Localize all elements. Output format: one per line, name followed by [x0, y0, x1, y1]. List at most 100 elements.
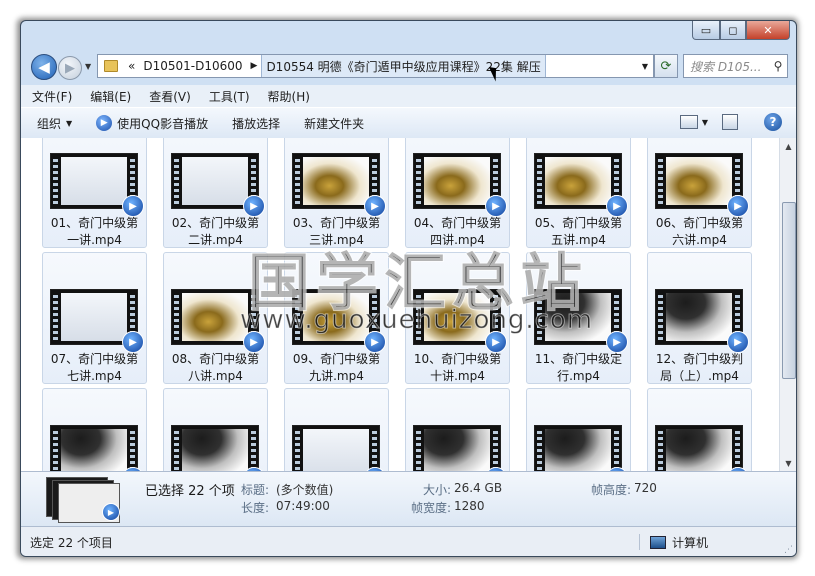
length-label: 长度: [241, 501, 270, 515]
scroll-down-icon[interactable]: ▼ [781, 455, 796, 471]
size-value: 26.4 GB [454, 481, 503, 495]
chevron-down-icon: ▼ [66, 118, 73, 128]
change-view-button[interactable]: ▼ [679, 115, 708, 129]
file-name: 11、奇门中级定行.mp4 [534, 352, 623, 383]
organize-button[interactable]: 组织 ▼ [29, 115, 80, 132]
media-player-icon: ▶ [727, 195, 749, 217]
status-bar: 选定 22 个项目 计算机 ⋰ [21, 526, 796, 556]
file-item[interactable]: ▶13、奇门中级判局（下）.mp4 [42, 388, 147, 471]
minimize-button[interactable]: ▭ [692, 21, 720, 40]
organize-label: 组织 [37, 116, 62, 131]
file-item[interactable]: ▶18、奇门中级测合作投资.mp4 [647, 388, 752, 471]
scroll-up-icon[interactable]: ▲ [781, 138, 796, 154]
qq-player-icon: ▶ [96, 115, 113, 131]
selection-count: 已选择 22 个项 [145, 484, 235, 499]
new-folder-label: 新建文件夹 [304, 116, 365, 131]
file-name: 12、奇门中级判局（上）.mp4 [655, 352, 744, 383]
command-bar: 组织 ▼ ▶ 使用QQ影音播放 播放选择 新建文件夹 ▼ ? [21, 107, 796, 139]
menu-view[interactable]: 查看(V) [142, 88, 198, 105]
view-controls: ▼ [679, 114, 738, 130]
caption-buttons: ▭ ◻ ✕ [692, 21, 790, 41]
breadcrumb-parent[interactable]: D10501-D10600 [139, 59, 246, 73]
menu-file[interactable]: 文件(F) [25, 88, 79, 105]
file-name: 06、奇门中级第六讲.mp4 [655, 216, 744, 247]
view-icon [679, 115, 698, 129]
breadcrumb-overflow[interactable]: « [124, 59, 139, 73]
file-item[interactable]: ▶ 12、奇门中级判局（上）.mp4 [647, 252, 752, 384]
file-item[interactable]: ▶15、奇门中级测婚姻.mp4 [284, 388, 389, 471]
media-player-icon: ▶ [485, 195, 507, 217]
file-name: 10、奇门中级第十讲.mp4 [413, 352, 502, 383]
video-thumbnail [413, 425, 501, 471]
file-item[interactable]: ▶14、奇门中级测疾病.mp4 [163, 388, 268, 471]
help-icon[interactable]: ? [764, 113, 782, 131]
breadcrumb-current[interactable]: D10554 明德《奇门遁甲中级应用课程》22集 解压 [261, 55, 546, 77]
folder-icon [104, 60, 118, 72]
video-thumbnail [50, 425, 138, 471]
maximize-button[interactable]: ◻ [720, 21, 746, 40]
length-value: 07:49:00 [276, 499, 330, 513]
details-pane: ▶ 已选择 22 个项 标题: (多个数值) 长度: 07:49:00 大小: … [21, 471, 796, 527]
play-qq-button[interactable]: ▶ 使用QQ影音播放 [88, 115, 216, 132]
chevron-down-icon: ▼ [701, 117, 708, 127]
search-placeholder: 搜索 D105... [690, 59, 762, 74]
address-bar[interactable]: « D10501-D10600 ▶ D10554 明德《奇门遁甲中级应用课程》2… [97, 54, 654, 78]
video-thumbnail [655, 425, 743, 471]
file-item[interactable]: ▶17、奇门中级测借款.mp4 [526, 388, 631, 471]
file-name: 07、奇门中级第七讲.mp4 [50, 352, 139, 383]
title-label: 标题: [241, 483, 270, 497]
close-button[interactable]: ✕ [746, 21, 790, 40]
computer-icon [650, 535, 666, 549]
menu-bar: 文件(F) 编辑(E) 查看(V) 工具(T) 帮助(H) [21, 85, 796, 107]
file-item[interactable]: ▶ 07、奇门中级第七讲.mp4 [42, 252, 147, 384]
back-button[interactable]: ◀ [31, 54, 57, 80]
media-player-icon: ▶ [243, 195, 265, 217]
status-location: 计算机 [639, 534, 708, 550]
media-player-icon: ▶ [122, 331, 144, 353]
media-player-icon: ▶ [364, 195, 386, 217]
file-name: 09、奇门中级第九讲.mp4 [292, 352, 381, 383]
recent-pages-dropdown[interactable]: ▼ [85, 62, 91, 71]
new-folder-button[interactable]: 新建文件夹 [296, 115, 372, 132]
status-computer-label: 计算机 [672, 535, 709, 550]
preview-pane-icon[interactable] [722, 114, 738, 130]
media-player-icon: ▶ [122, 195, 144, 217]
search-icon[interactable]: ⚲ [769, 59, 787, 73]
arrow-right-icon: ▶ [65, 60, 75, 76]
frame-width-value: 1280 [454, 499, 485, 513]
video-thumbnail [171, 425, 259, 471]
menu-help[interactable]: 帮助(H) [261, 88, 317, 105]
file-name: 08、奇门中级第八讲.mp4 [171, 352, 260, 383]
media-player-icon: ▶ [606, 331, 628, 353]
play-selection-label: 播放选择 [232, 116, 281, 131]
menu-edit[interactable]: 编辑(E) [83, 88, 138, 105]
media-player-icon: ▶ [727, 331, 749, 353]
size-label: 大小: [423, 483, 452, 497]
arrow-left-icon: ◀ [38, 58, 50, 76]
video-stack-icon: ▶ [46, 477, 124, 523]
frame-height-label: 帧高度: [591, 483, 632, 497]
play-badge-icon: ▶ [102, 503, 120, 521]
video-thumbnail [292, 425, 380, 471]
vertical-scrollbar[interactable]: ▲ ▼ [779, 138, 796, 471]
file-name: 01、奇门中级第一讲.mp4 [50, 216, 139, 247]
frame-height-value: 720 [634, 481, 657, 495]
media-player-icon: ▶ [606, 195, 628, 217]
address-dropdown-icon[interactable]: ▼ [637, 62, 653, 71]
title-value[interactable]: (多个数值) [276, 481, 333, 498]
frame-width-label: 帧宽度: [411, 501, 452, 515]
play-selection-button[interactable]: 播放选择 [224, 115, 288, 132]
status-selection: 选定 22 个项目 [30, 536, 113, 550]
video-thumbnail [534, 425, 622, 471]
file-item[interactable]: ▶ 06、奇门中级第六讲.mp4 [647, 138, 752, 248]
scroll-thumb[interactable] [782, 202, 796, 379]
breadcrumb-separator[interactable]: ▶ [247, 61, 262, 71]
search-input[interactable]: 搜索 D105... ⚲ [683, 54, 788, 78]
file-item[interactable]: ▶16、奇门中级测讨债.mp4 [405, 388, 510, 471]
refresh-button[interactable]: ⟳ [654, 54, 678, 78]
menu-tools[interactable]: 工具(T) [202, 88, 257, 105]
forward-button[interactable]: ▶ [58, 56, 82, 80]
file-item[interactable]: ▶ 01、奇门中级第一讲.mp4 [42, 138, 147, 248]
resize-grip-icon[interactable]: ⋰ [784, 545, 793, 555]
refresh-icon: ⟳ [660, 58, 672, 74]
